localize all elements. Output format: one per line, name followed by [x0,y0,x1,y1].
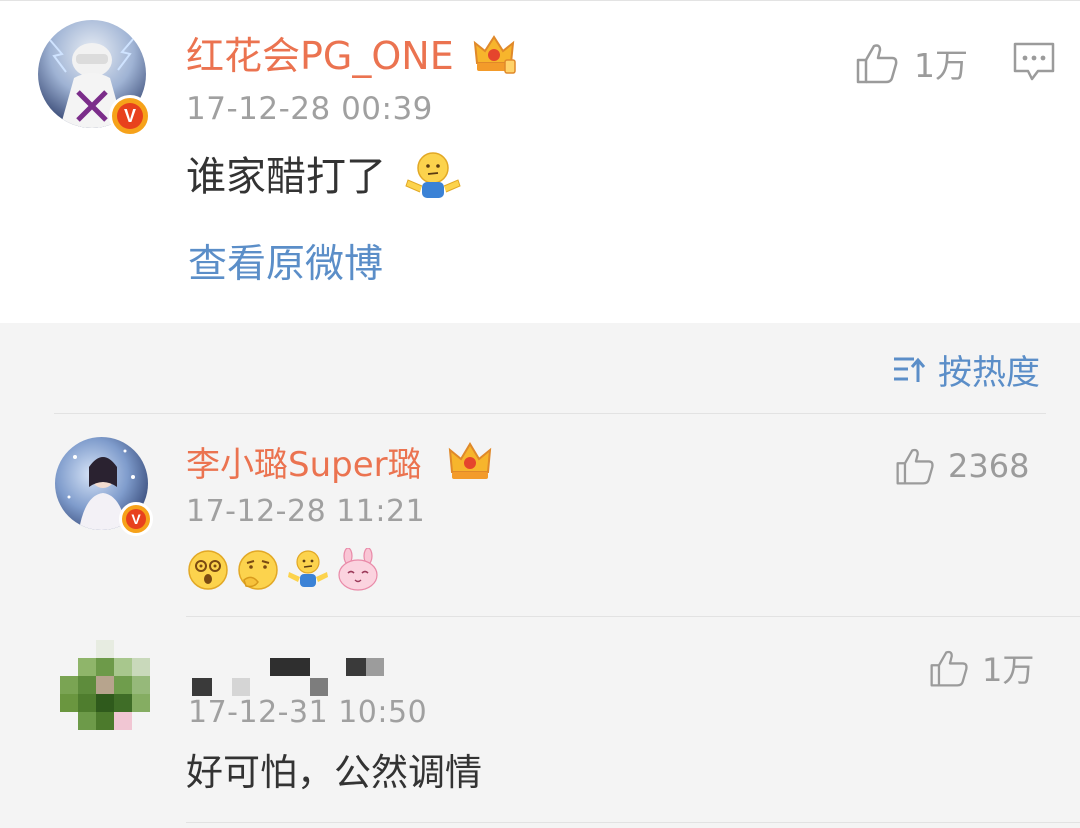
post-like-button[interactable]: 1万 [854,39,968,87]
divider [186,616,1080,617]
sort-icon [894,357,926,382]
comment-like-button[interactable]: 1万 [928,646,1034,690]
shrug-emoji-icon [404,150,462,200]
view-original-post-link[interactable]: 查看原微博 [188,239,383,291]
original-post-card: V 红花会PG_ONE 17-12-28 00:39 谁家醋打了 查看原微博 1… [0,0,1080,323]
comment-like-count: 1万 [982,651,1035,689]
comment-timestamp: 17-12-28 11:21 [186,494,426,529]
sort-toggle[interactable]: 按热度 [892,347,1040,393]
post-like-count: 1万 [914,46,968,85]
post-author-name[interactable]: 红花会PG_ONE [186,31,454,81]
pixelated-avatar[interactable] [58,640,156,736]
verified-badge-icon: V [119,502,153,536]
comment-like-count: 2368 [948,447,1030,485]
comment-timestamp: 17-12-31 10:50 [188,695,428,724]
sort-label: 按热度 [938,352,1040,393]
thinking-face-emoji-icon [238,550,278,590]
post-text: 谁家醋打了 [186,154,386,200]
post-timestamp: 17-12-28 00:39 [186,91,433,127]
comment-icon[interactable] [1012,41,1056,83]
thumbs-up-icon [896,448,934,485]
pixelated-username [190,656,390,698]
commenter-name[interactable]: 李小璐Super璐 [186,442,422,488]
comment-emoji-row [186,548,386,592]
comment-like-button[interactable]: 2368 [894,444,1029,488]
bunny-face-emoji-icon [338,548,378,591]
dizzy-face-emoji-icon [188,550,228,590]
verified-badge-icon: V [109,95,151,137]
comment-text: 好可怕，公然调情 [186,751,482,794]
divider [186,822,1080,823]
shrug-emoji-icon [288,550,328,587]
divider [54,413,1046,414]
crown-vip-icon [471,33,517,75]
thumbs-up-icon [930,650,968,687]
thumbs-up-icon [856,44,898,84]
crown-vip-icon [448,440,492,482]
